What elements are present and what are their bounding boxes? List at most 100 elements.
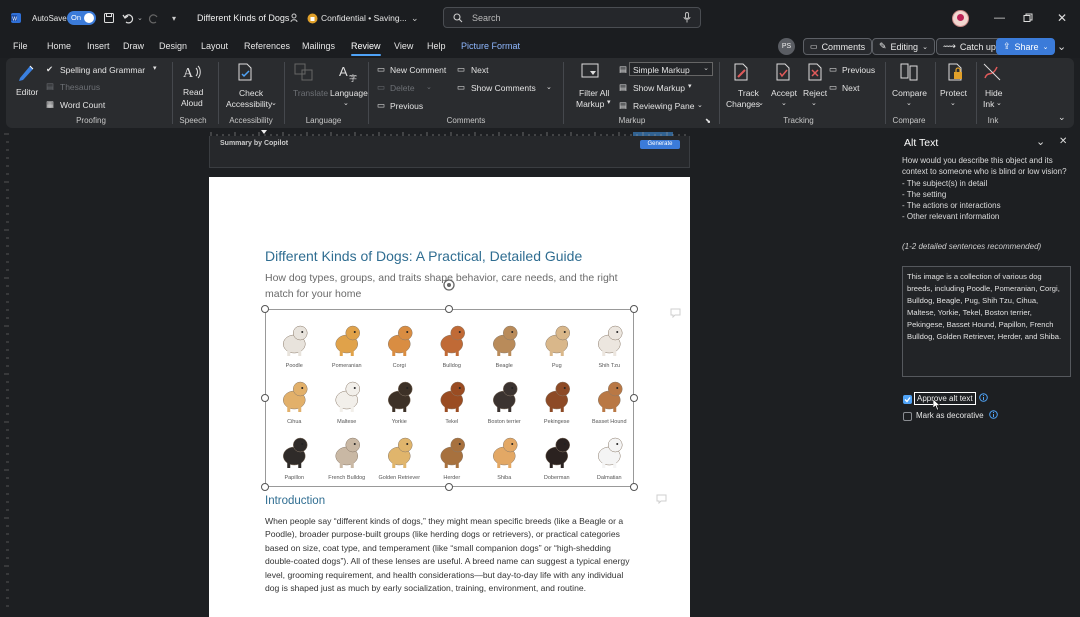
- resize-handle[interactable]: [261, 305, 269, 313]
- share-button[interactable]: ⇪ Share ⌄: [996, 38, 1056, 55]
- filter-markup-label-2[interactable]: Markup: [576, 99, 604, 109]
- language-chevron-icon[interactable]: ⌄: [343, 99, 349, 107]
- tab-picture-format[interactable]: Picture Format: [461, 41, 520, 51]
- rotate-handle-icon[interactable]: [442, 278, 456, 292]
- resize-handle[interactable]: [261, 483, 269, 491]
- delete-comment-button[interactable]: Delete: [390, 83, 415, 93]
- resize-handle[interactable]: [445, 305, 453, 313]
- resize-handle[interactable]: [630, 305, 638, 313]
- customize-qat-icon[interactable]: ▾: [172, 0, 176, 36]
- language-button[interactable]: Language: [330, 88, 368, 98]
- editor-button[interactable]: Editor: [16, 87, 38, 97]
- protect-icon[interactable]: [945, 62, 965, 84]
- show-comments-chevron-icon[interactable]: ⌄: [546, 83, 552, 91]
- comment-marker-icon[interactable]: [656, 494, 667, 506]
- undo-dropdown-icon[interactable]: ⌄: [137, 0, 143, 36]
- hide-ink-label-2[interactable]: Ink: [983, 99, 994, 109]
- language-icon[interactable]: A字: [338, 62, 358, 84]
- hide-ink-chevron-icon[interactable]: ⌄: [996, 99, 1002, 107]
- save-icon[interactable]: [103, 0, 115, 36]
- tab-help[interactable]: Help: [427, 41, 446, 51]
- document-page[interactable]: Different Kinds of Dogs: A Practical, De…: [209, 177, 690, 617]
- pane-options-chevron-icon[interactable]: ⌄: [1036, 135, 1045, 148]
- reject-button[interactable]: Reject: [803, 88, 827, 98]
- comments-button[interactable]: ▭ Comments: [803, 38, 873, 55]
- accept-icon[interactable]: [773, 62, 793, 84]
- editor-icon[interactable]: [17, 62, 37, 84]
- previous-change-button[interactable]: Previous: [842, 65, 875, 75]
- minimize-icon[interactable]: —: [994, 0, 1005, 36]
- tab-file[interactable]: File: [13, 41, 28, 51]
- comment-marker-icon[interactable]: [670, 308, 681, 320]
- check-accessibility-label-2[interactable]: Accessibility: [226, 99, 272, 109]
- close-window-icon[interactable]: ✕: [1057, 0, 1067, 36]
- mark-decorative-checkbox[interactable]: [903, 412, 912, 421]
- read-aloud-label-2[interactable]: Aloud: [181, 98, 203, 108]
- read-aloud-label-1[interactable]: Read: [183, 87, 203, 97]
- hide-ink-label-1[interactable]: Hide: [985, 88, 1002, 98]
- document-name[interactable]: Different Kinds of Dogs: [197, 0, 289, 36]
- next-change-button[interactable]: Next: [842, 83, 859, 93]
- undo-icon[interactable]: [122, 0, 134, 36]
- presence-avatar[interactable]: PS: [778, 38, 795, 55]
- dog-breeds-image[interactable]: Poodle Pomeranian Corgi Bulldog Beagle Pug Shi…: [265, 309, 634, 487]
- spelling-chevron-icon[interactable]: ▾: [153, 64, 157, 72]
- sensitivity-label[interactable]: Confidential • Saving...: [321, 0, 407, 36]
- document-title[interactable]: Different Kinds of Dogs: A Practical, De…: [265, 248, 582, 264]
- resize-handle[interactable]: [261, 394, 269, 402]
- translate-icon[interactable]: [294, 63, 314, 83]
- ribbon-expand-icon[interactable]: ⌄: [1058, 112, 1066, 123]
- filter-markup-label-1[interactable]: Filter All: [579, 88, 609, 98]
- approve-alt-text-label[interactable]: Approve alt text: [914, 392, 976, 405]
- show-markup-button[interactable]: Show Markup: [633, 83, 685, 93]
- accept-button[interactable]: Accept: [771, 88, 797, 98]
- tab-mailings[interactable]: Mailings: [302, 41, 335, 51]
- translate-button[interactable]: Translate: [293, 88, 328, 98]
- approve-alt-text-checkbox[interactable]: [903, 395, 912, 404]
- resize-handle[interactable]: [630, 394, 638, 402]
- protect-button[interactable]: Protect: [940, 88, 967, 98]
- new-comment-button[interactable]: New Comment: [390, 65, 446, 75]
- redo-icon[interactable]: [148, 0, 160, 36]
- accessibility-chevron-icon[interactable]: ⌄: [271, 99, 277, 107]
- tab-layout[interactable]: Layout: [201, 41, 228, 51]
- delete-chevron-icon[interactable]: ⌄: [426, 83, 432, 91]
- hide-ink-icon[interactable]: [982, 62, 1002, 84]
- show-comments-button[interactable]: Show Comments: [471, 83, 536, 93]
- restore-icon[interactable]: [1023, 0, 1033, 36]
- previous-comment-button[interactable]: Previous: [390, 101, 423, 111]
- ribbon-collapse-icon[interactable]: ⌄: [1057, 40, 1066, 53]
- introduction-paragraph[interactable]: When people say “different kinds of dogs…: [265, 515, 635, 595]
- show-markup-chevron-icon[interactable]: ▾: [688, 82, 692, 90]
- markup-dialog-launcher-icon[interactable]: ⬊: [705, 117, 711, 125]
- reviewing-pane-button[interactable]: Reviewing Pane: [633, 101, 694, 111]
- reject-chevron-icon[interactable]: ⌄: [811, 99, 817, 107]
- track-changes-label-2[interactable]: Changes: [726, 99, 760, 109]
- search-box[interactable]: Search: [443, 7, 701, 28]
- protect-chevron-icon[interactable]: ⌄: [950, 99, 956, 107]
- alt-text-input[interactable]: This image is a collection of various do…: [902, 266, 1071, 377]
- filter-markup-icon[interactable]: [580, 62, 600, 84]
- spelling-grammar-button[interactable]: Spelling and Grammar: [60, 65, 145, 75]
- tab-references[interactable]: References: [244, 41, 290, 51]
- track-changes-label-1[interactable]: Track: [738, 88, 759, 98]
- filter-markup-chevron-icon[interactable]: ▾: [607, 98, 611, 106]
- tab-insert[interactable]: Insert: [87, 41, 110, 51]
- close-pane-icon[interactable]: ✕: [1059, 136, 1067, 147]
- word-count-button[interactable]: Word Count: [60, 100, 105, 110]
- check-accessibility-label-1[interactable]: Check: [239, 88, 263, 98]
- resize-handle[interactable]: [630, 483, 638, 491]
- check-accessibility-icon[interactable]: [235, 62, 255, 84]
- compare-chevron-icon[interactable]: ⌄: [906, 99, 912, 107]
- next-comment-button[interactable]: Next: [471, 65, 488, 75]
- track-changes-chevron-icon[interactable]: ⌄: [758, 99, 764, 107]
- avatar[interactable]: [952, 0, 969, 36]
- tab-draw[interactable]: Draw: [123, 41, 144, 51]
- tab-review[interactable]: Review: [351, 41, 381, 56]
- thesaurus-button[interactable]: Thesaurus: [60, 82, 100, 92]
- reviewing-pane-chevron-icon[interactable]: ⌄: [697, 101, 703, 109]
- autosave-toggle[interactable]: On: [67, 0, 96, 36]
- resize-handle[interactable]: [445, 483, 453, 491]
- editing-mode-button[interactable]: ✎ Editing ⌄: [872, 38, 935, 55]
- tab-view[interactable]: View: [394, 41, 413, 51]
